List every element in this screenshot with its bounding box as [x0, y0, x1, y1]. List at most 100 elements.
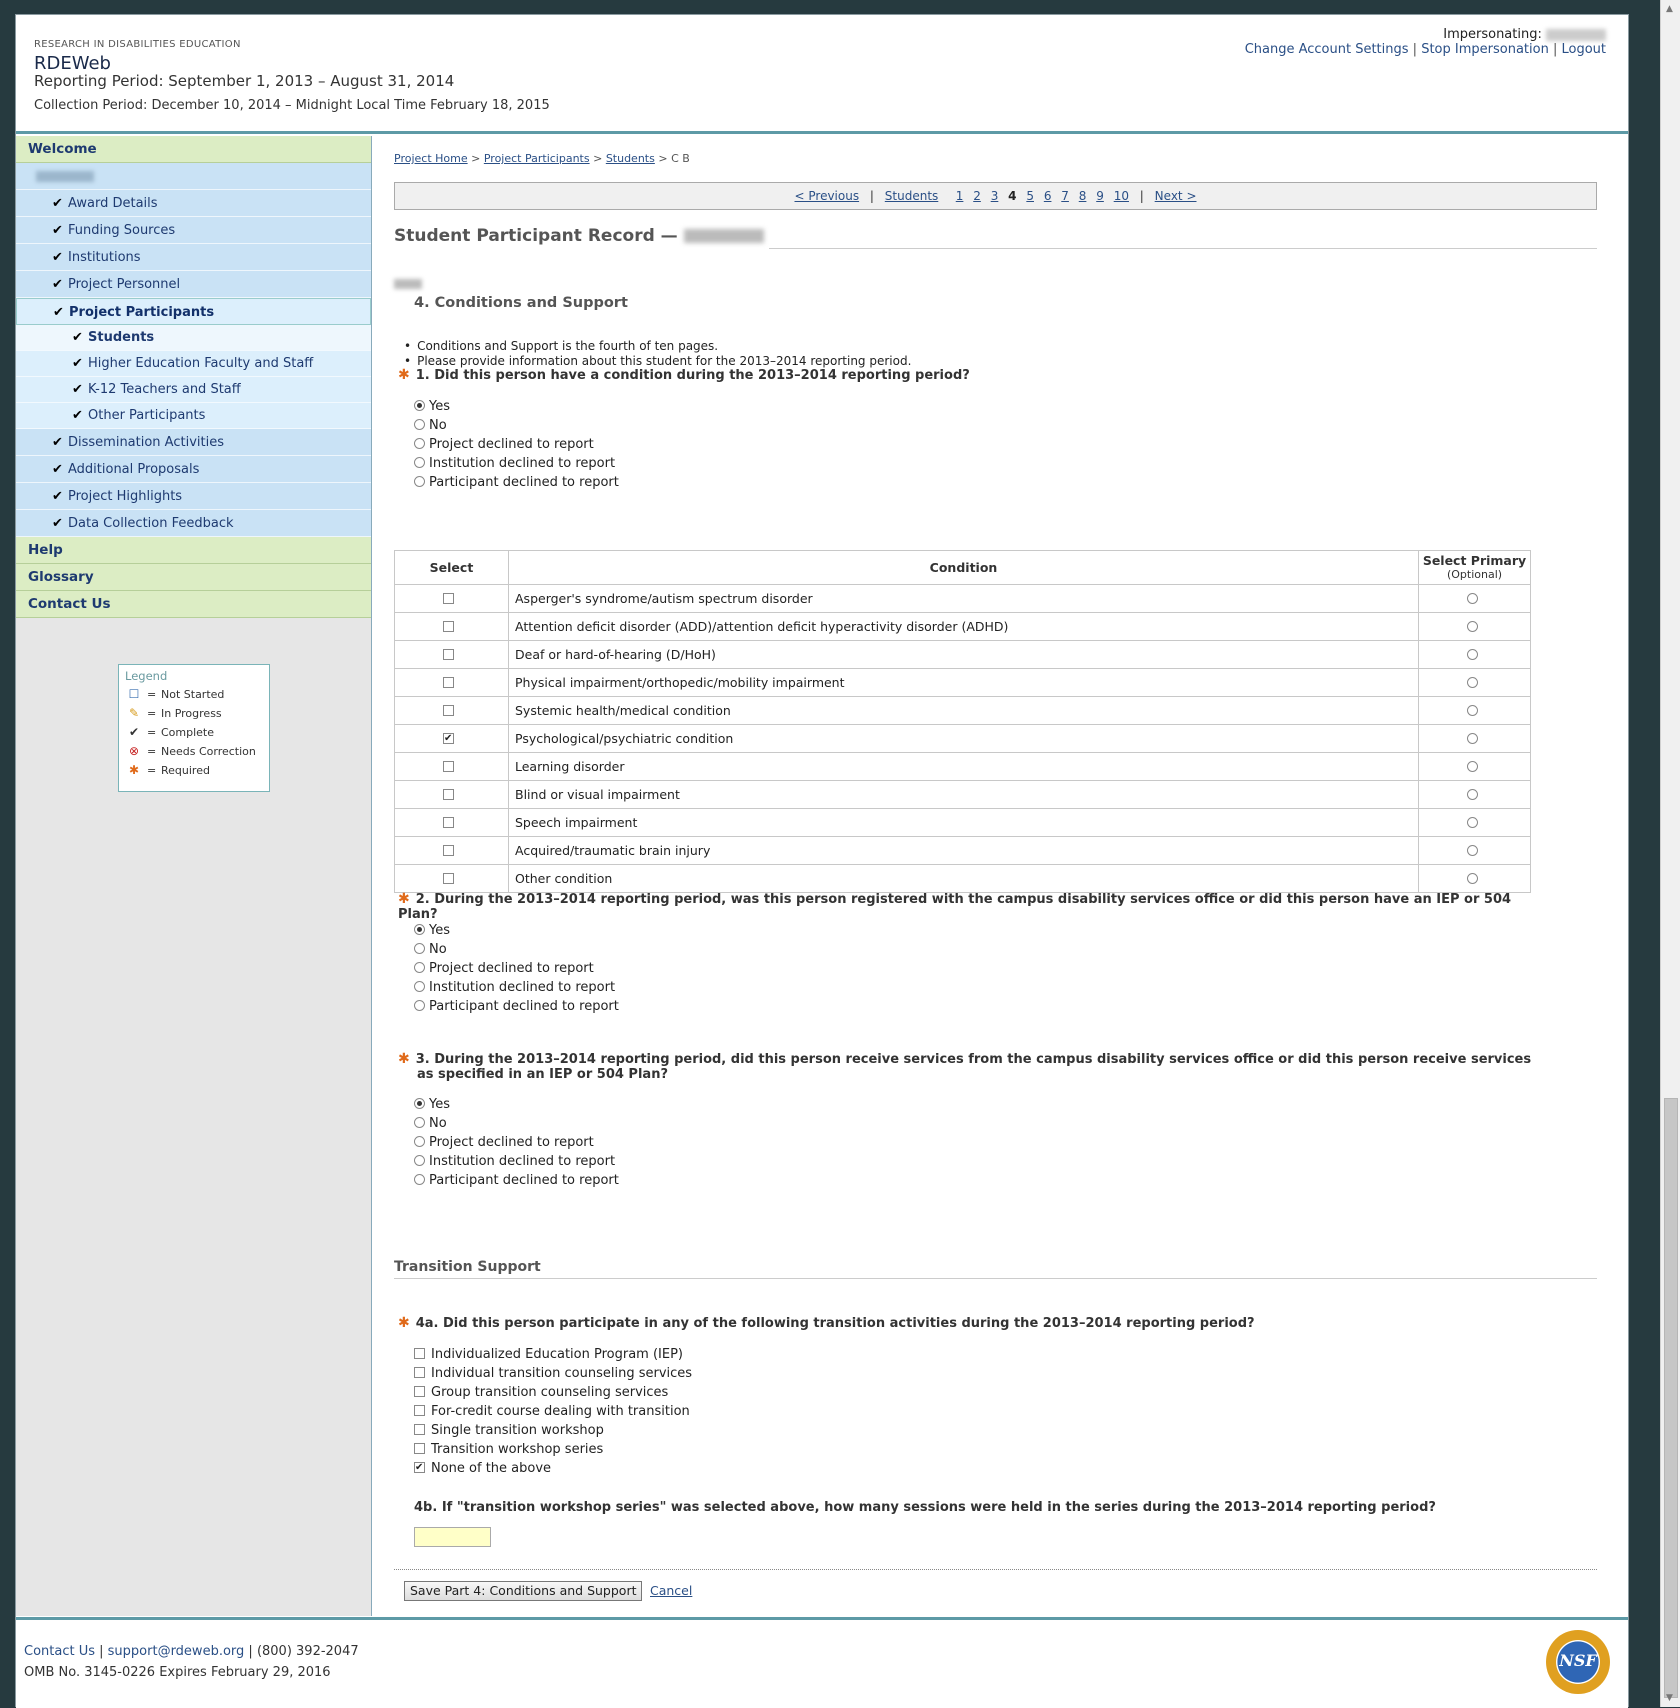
q1-option-project-declined[interactable]: Project declined to report — [414, 435, 619, 454]
radio-button[interactable] — [414, 419, 425, 430]
students-link[interactable]: Students — [885, 189, 939, 203]
stop-impersonation-link[interactable]: Stop Impersonation — [1421, 42, 1549, 57]
primary-radio[interactable] — [1467, 845, 1478, 856]
q2-option-institution-declined[interactable]: Institution declined to report — [414, 978, 619, 997]
transition-activity-option[interactable]: Transition workshop series — [414, 1440, 692, 1459]
nav-project-highlights[interactable]: ✔ Project Highlights — [16, 483, 371, 510]
footer-email-link[interactable]: support@rdeweb.org — [108, 1644, 245, 1659]
q3-option-yes[interactable]: Yes — [414, 1095, 619, 1114]
radio-button[interactable] — [414, 476, 425, 487]
condition-checkbox[interactable] — [443, 621, 454, 632]
nav-project-participants[interactable]: ✔ Project Participants — [16, 298, 371, 325]
radio-button[interactable] — [414, 1155, 425, 1166]
page-5-link[interactable]: 5 — [1026, 189, 1034, 203]
page-6-link[interactable]: 6 — [1044, 189, 1052, 203]
nav-contact[interactable]: Contact Us — [16, 591, 371, 618]
save-button[interactable]: Save Part 4: Conditions and Support — [404, 1581, 643, 1601]
nav-award-redacted[interactable] — [16, 163, 371, 190]
logout-link[interactable]: Logout — [1561, 42, 1606, 57]
breadcrumb-project-participants[interactable]: Project Participants — [484, 152, 590, 165]
radio-button[interactable] — [414, 1098, 425, 1109]
radio-button[interactable] — [414, 943, 425, 954]
q2-option-no[interactable]: No — [414, 940, 619, 959]
primary-radio[interactable] — [1467, 677, 1478, 688]
condition-checkbox[interactable] — [443, 649, 454, 660]
radio-button[interactable] — [414, 400, 425, 411]
vertical-scrollbar[interactable]: ▲ ▼ — [1660, 0, 1680, 1707]
transition-activity-option[interactable]: Individual transition counseling service… — [414, 1364, 692, 1383]
condition-checkbox[interactable] — [443, 873, 454, 884]
q2-option-yes[interactable]: Yes — [414, 921, 619, 940]
radio-button[interactable] — [414, 1174, 425, 1185]
q3-option-project-declined[interactable]: Project declined to report — [414, 1133, 619, 1152]
radio-button[interactable] — [414, 457, 425, 468]
transition-activity-option[interactable]: Individualized Education Program (IEP) — [414, 1345, 692, 1364]
activity-checkbox[interactable] — [414, 1462, 425, 1473]
condition-checkbox[interactable] — [443, 733, 454, 744]
nav-award-details[interactable]: ✔ Award Details — [16, 190, 371, 217]
condition-checkbox[interactable] — [443, 845, 454, 856]
cancel-link[interactable]: Cancel — [650, 1583, 692, 1598]
condition-checkbox[interactable] — [443, 677, 454, 688]
q3-option-institution-declined[interactable]: Institution declined to report — [414, 1152, 619, 1171]
nav-other-participants[interactable]: ✔ Other Participants — [16, 403, 371, 429]
page-7-link[interactable]: 7 — [1061, 189, 1069, 203]
radio-button[interactable] — [414, 962, 425, 973]
nav-welcome[interactable]: Welcome — [16, 136, 371, 163]
nav-additional-proposals[interactable]: ✔ Additional Proposals — [16, 456, 371, 483]
nav-funding-sources[interactable]: ✔ Funding Sources — [16, 217, 371, 244]
primary-radio[interactable] — [1467, 593, 1478, 604]
radio-button[interactable] — [414, 438, 425, 449]
page-9-link[interactable]: 9 — [1096, 189, 1104, 203]
radio-button[interactable] — [414, 1117, 425, 1128]
primary-radio[interactable] — [1467, 761, 1478, 772]
condition-checkbox[interactable] — [443, 705, 454, 716]
primary-radio[interactable] — [1467, 733, 1478, 744]
page-8-link[interactable]: 8 — [1079, 189, 1087, 203]
page-10-link[interactable]: 10 — [1114, 189, 1129, 203]
q1-option-yes[interactable]: Yes — [414, 397, 619, 416]
q3-option-no[interactable]: No — [414, 1114, 619, 1133]
nav-students[interactable]: ✔ Students — [16, 325, 371, 351]
sessions-input[interactable] — [414, 1527, 491, 1547]
condition-checkbox[interactable] — [443, 593, 454, 604]
nav-higher-ed-faculty[interactable]: ✔ Higher Education Faculty and Staff — [16, 351, 371, 377]
scroll-down-icon[interactable]: ▼ — [1666, 1693, 1673, 1703]
page-2-link[interactable]: 2 — [973, 189, 981, 203]
primary-radio[interactable] — [1467, 873, 1478, 884]
q2-option-project-declined[interactable]: Project declined to report — [414, 959, 619, 978]
scroll-up-icon[interactable]: ▲ — [1666, 4, 1673, 14]
transition-activity-option[interactable]: For-credit course dealing with transitio… — [414, 1402, 692, 1421]
change-account-settings-link[interactable]: Change Account Settings — [1245, 42, 1409, 57]
activity-checkbox[interactable] — [414, 1424, 425, 1435]
breadcrumb-students[interactable]: Students — [606, 152, 655, 165]
breadcrumb-project-home[interactable]: Project Home — [394, 152, 468, 165]
next-page-link[interactable]: Next > — [1155, 189, 1197, 203]
condition-checkbox[interactable] — [443, 817, 454, 828]
nav-help[interactable]: Help — [16, 537, 371, 564]
condition-checkbox[interactable] — [443, 761, 454, 772]
radio-button[interactable] — [414, 1000, 425, 1011]
scrollbar-thumb[interactable] — [1664, 1098, 1678, 1698]
nav-dissemination[interactable]: ✔ Dissemination Activities — [16, 429, 371, 456]
activity-checkbox[interactable] — [414, 1367, 425, 1378]
transition-activity-option[interactable]: None of the above — [414, 1459, 692, 1478]
q3-option-participant-declined[interactable]: Participant declined to report — [414, 1171, 619, 1190]
radio-button[interactable] — [414, 1136, 425, 1147]
primary-radio[interactable] — [1467, 817, 1478, 828]
transition-activity-option[interactable]: Single transition workshop — [414, 1421, 692, 1440]
activity-checkbox[interactable] — [414, 1348, 425, 1359]
footer-contact-link[interactable]: Contact Us — [24, 1644, 95, 1659]
activity-checkbox[interactable] — [414, 1405, 425, 1416]
nav-data-collection-feedback[interactable]: ✔ Data Collection Feedback — [16, 510, 371, 537]
q1-option-no[interactable]: No — [414, 416, 619, 435]
nav-project-personnel[interactable]: ✔ Project Personnel — [16, 271, 371, 298]
page-3-link[interactable]: 3 — [991, 189, 999, 203]
activity-checkbox[interactable] — [414, 1443, 425, 1454]
nav-institutions[interactable]: ✔ Institutions — [16, 244, 371, 271]
primary-radio[interactable] — [1467, 705, 1478, 716]
page-1-link[interactable]: 1 — [956, 189, 964, 203]
q1-option-participant-declined[interactable]: Participant declined to report — [414, 473, 619, 492]
radio-button[interactable] — [414, 981, 425, 992]
previous-page-link[interactable]: < Previous — [795, 189, 860, 203]
